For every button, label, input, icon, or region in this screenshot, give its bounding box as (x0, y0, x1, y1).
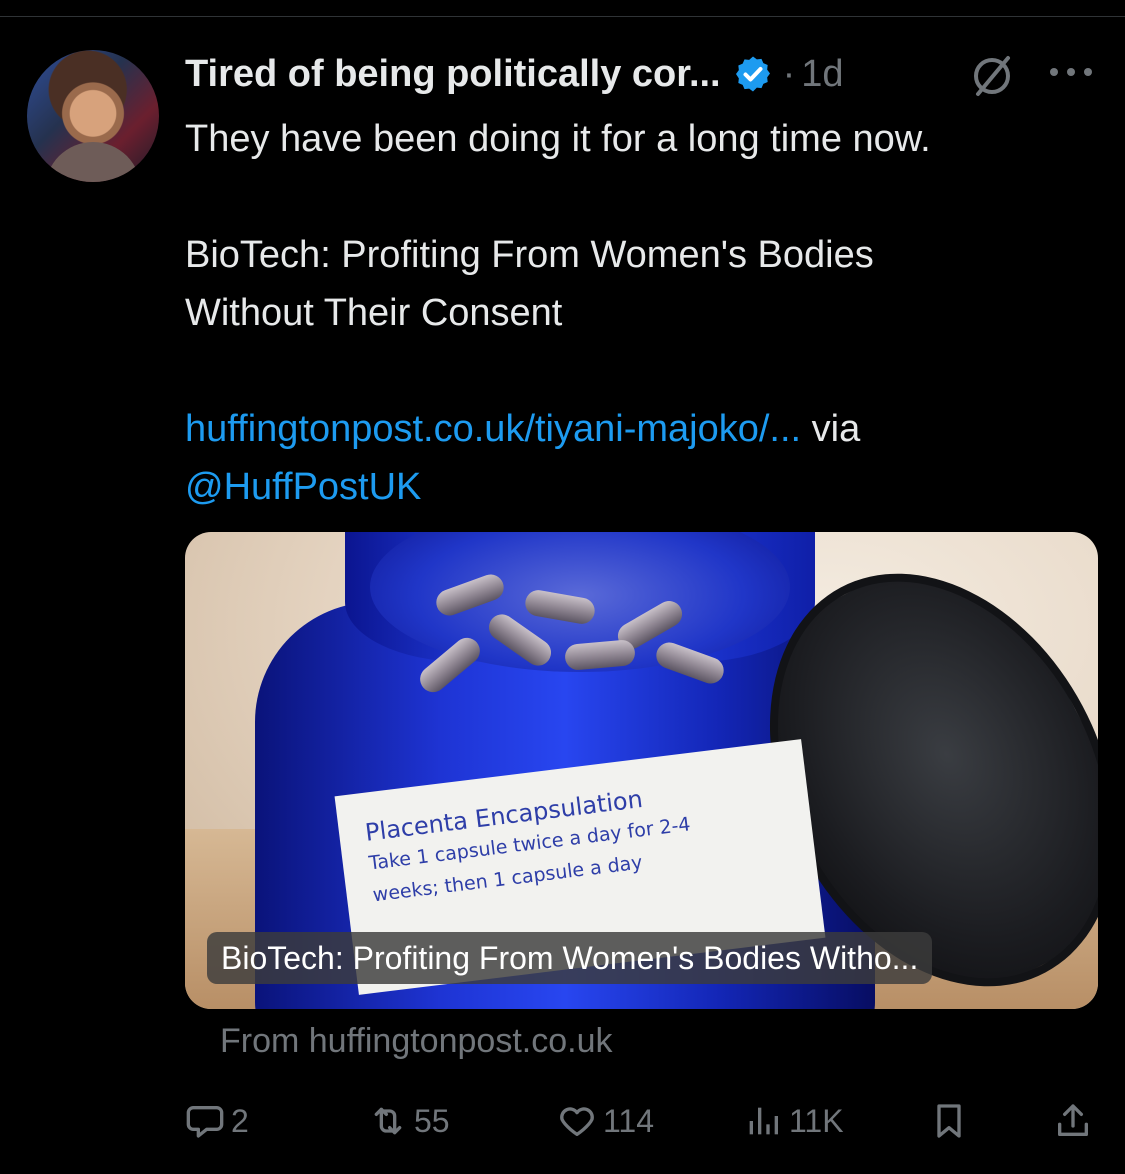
avatar-shoulders (45, 142, 141, 182)
card-caption[interactable]: BioTech: Profiting From Women's Bodies W… (207, 932, 933, 984)
reply-button[interactable]: 2 (185, 1096, 249, 1146)
views-button[interactable]: 11K (743, 1096, 844, 1146)
share-button[interactable] (1053, 1096, 1099, 1146)
tweet-header: Tired of being politically cor... · 1d (185, 46, 844, 102)
top-divider (0, 16, 1125, 17)
views-count: 11K (789, 1102, 844, 1139)
reply-count: 2 (231, 1102, 249, 1139)
repost-icon (374, 1107, 402, 1135)
share-icon (1058, 1104, 1088, 1136)
via-text: via (801, 408, 861, 450)
tweet-text-line1: They have been doing it for a long time … (185, 118, 931, 160)
bookmark-icon (937, 1104, 961, 1138)
tweet-text-line3: Without Their Consent (185, 292, 563, 334)
like-icon (560, 1107, 594, 1136)
tweet-text: They have been doing it for a long time … (185, 110, 1085, 516)
mention-link[interactable]: @HuffPostUK (185, 466, 421, 508)
tweet-link-line: huffingtonpost.co.uk/tiyani-majoko/... v… (185, 400, 1085, 458)
bookmark-button[interactable] (929, 1096, 975, 1146)
like-button[interactable]: 114 (557, 1096, 654, 1146)
repost-button[interactable]: 55 (368, 1096, 450, 1146)
tweet-text-line2: BioTech: Profiting From Women's Bodies (185, 234, 874, 276)
verified-badge-icon (735, 56, 770, 92)
author-name[interactable]: Tired of being politically cor... (185, 53, 721, 96)
card-source[interactable]: From huffingtonpost.co.uk (220, 1022, 612, 1061)
header-separator: · (782, 52, 796, 95)
article-link[interactable]: huffingtonpost.co.uk/tiyani-majoko/... (185, 408, 801, 450)
tweet-mention-line: @HuffPostUK (185, 458, 1085, 516)
avatar[interactable] (27, 50, 159, 182)
grok-icon[interactable] (968, 52, 1016, 100)
link-card[interactable]: Placenta Encapsulation Take 1 capsule tw… (185, 532, 1098, 1009)
tweet-time[interactable]: 1d (801, 53, 843, 96)
action-bar: 2 55 114 11K (185, 1096, 1095, 1146)
views-icon (749, 1107, 778, 1135)
reply-icon (186, 1106, 224, 1138)
more-icon[interactable] (1046, 60, 1096, 84)
repost-count: 55 (414, 1102, 450, 1139)
like-count: 114 (603, 1102, 655, 1139)
